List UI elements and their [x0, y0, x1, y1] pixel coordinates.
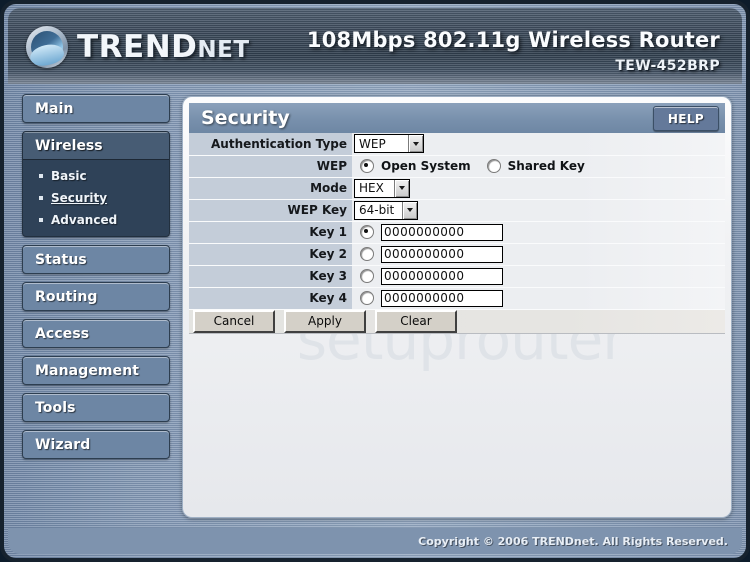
sidebar-item-tools[interactable]: Tools [22, 393, 170, 422]
form-row-key-3: Key 3 0000000000 [189, 265, 725, 288]
form-row-key-2: Key 2 0000000000 [189, 243, 725, 266]
sidebar-subitem-label: Advanced [51, 213, 118, 227]
sidebar-item-label: Routing [35, 288, 98, 305]
sidebar-subitem-label: Basic [51, 169, 87, 183]
sidebar-subitem-basic[interactable]: Basic [23, 165, 169, 187]
chevron-down-icon [394, 179, 409, 197]
key-2-input[interactable]: 0000000000 [381, 245, 503, 263]
sidebar-item-wireless[interactable]: Wireless [23, 132, 169, 160]
sidebar-item-main[interactable]: Main [22, 94, 170, 123]
page-footer: Copyright © 2006 TRENDnet. All Rights Re… [8, 528, 742, 554]
key-2-cell: 0000000000 [352, 243, 725, 266]
sidebar-item-routing[interactable]: Routing [22, 282, 170, 311]
bullet-icon [39, 196, 43, 200]
key-3-cell: 0000000000 [352, 265, 725, 288]
radio-shared-key[interactable] [486, 158, 501, 173]
page-title: Security [201, 107, 290, 129]
product-title: 108Mbps 802.11g Wireless Router [306, 28, 720, 52]
form-row-wep-key: WEP Key 64-bit [189, 199, 725, 222]
radio-open-system[interactable] [360, 158, 374, 173]
mode-select[interactable]: HEX [354, 178, 410, 198]
form-row-wep: WEP Open System Shared Key [189, 155, 725, 178]
sidebar-item-status[interactable]: Status [22, 245, 170, 274]
bullet-icon [39, 174, 43, 178]
sidebar-item-label: Main [35, 100, 74, 117]
form-row-auth-type: Authentication Type WEP [189, 133, 725, 156]
sidebar-group-wireless: Wireless Basic Security Advanced [22, 131, 170, 237]
cancel-button-label: Cancel [213, 314, 255, 328]
bullet-icon [39, 218, 43, 222]
group-spacer-bottom [23, 231, 169, 236]
sidebar-item-label: Wizard [35, 436, 91, 453]
radio-key-2[interactable] [360, 247, 374, 261]
radio-key-1[interactable] [360, 225, 374, 239]
key-4-input[interactable]: 0000000000 [381, 289, 503, 307]
form-row-mode: Mode HEX [189, 177, 725, 200]
security-form-table: Authentication Type WEP WEP Open System S… [189, 133, 725, 310]
brand-secondary: NET [197, 36, 250, 63]
wep-cell: Open System Shared Key [352, 155, 725, 178]
trendnet-logo: TRENDNET [26, 26, 250, 68]
panel-header: Security HELP [189, 103, 725, 133]
key-4-label: Key 4 [189, 287, 352, 310]
sidebar-item-management[interactable]: Management [22, 356, 170, 385]
copyright-text: Copyright © 2006 TRENDnet. All Rights Re… [418, 534, 728, 548]
sidebar-item-label: Tools [35, 399, 76, 416]
key-1-cell: 0000000000 [352, 221, 725, 244]
sidebar-subitem-label: Security [51, 191, 108, 205]
content-panel: setuprouter Security HELP Authentication… [182, 96, 732, 518]
page-header: TRENDNET 108Mbps 802.11g Wireless Router… [8, 8, 742, 84]
wep-key-label: WEP Key [189, 199, 352, 222]
wep-key-cell: 64-bit [352, 199, 725, 222]
sidebar-item-wizard[interactable]: Wizard [22, 430, 170, 459]
auth-type-value: WEP [355, 135, 408, 153]
key-1-label: Key 1 [189, 221, 352, 244]
clear-button-label: Clear [400, 314, 432, 328]
clear-button[interactable]: Clear [375, 309, 457, 333]
radio-shared-key-label: Shared Key [507, 158, 585, 173]
apply-button[interactable]: Apply [284, 309, 366, 333]
key-3-label: Key 3 [189, 265, 352, 288]
router-admin-window: TRENDNET 108Mbps 802.11g Wireless Router… [0, 0, 750, 562]
auth-type-label: Authentication Type [189, 133, 352, 156]
wep-label: WEP [189, 155, 352, 178]
key-1-input[interactable]: 0000000000 [381, 223, 503, 241]
sidebar-item-label: Management [35, 362, 140, 379]
brand-wordmark: TRENDNET [77, 28, 250, 65]
panel-inner: Security HELP Authentication Type WEP WE… [183, 103, 731, 334]
key-3-input[interactable]: 0000000000 [381, 267, 503, 285]
chevron-down-icon [402, 201, 417, 219]
wep-key-value: 64-bit [355, 201, 402, 219]
mode-value: HEX [355, 179, 394, 197]
key-2-label: Key 2 [189, 243, 352, 266]
sidebar-item-label: Access [35, 325, 90, 342]
model-number: TEW-452BRP [615, 58, 720, 74]
sidebar-item-access[interactable]: Access [22, 319, 170, 348]
chevron-down-icon [408, 135, 423, 153]
form-button-bar: Cancel Apply Clear [189, 309, 725, 334]
trendnet-swoosh-icon [26, 26, 68, 68]
radio-key-3[interactable] [360, 269, 374, 283]
form-row-key-1: Key 1 0000000000 [189, 221, 725, 244]
product-identity: 108Mbps 802.11g Wireless Router TEW-452B… [307, 28, 720, 74]
mode-label: Mode [189, 177, 352, 200]
auth-type-select[interactable]: WEP [354, 134, 424, 154]
key-4-cell: 0000000000 [352, 287, 725, 310]
sidebar-item-label: Wireless [35, 137, 103, 154]
radio-open-system-label: Open System [381, 158, 471, 173]
brand-primary: TREND [77, 28, 198, 65]
sidebar-nav: Main Wireless Basic Security Advanced St… [22, 94, 170, 467]
mode-cell: HEX [352, 177, 725, 200]
sidebar-subitem-advanced[interactable]: Advanced [23, 209, 169, 231]
help-button[interactable]: HELP [653, 106, 719, 131]
sidebar-item-label: Status [35, 251, 87, 268]
sidebar-subitem-security[interactable]: Security [23, 187, 169, 209]
wep-key-select[interactable]: 64-bit [354, 200, 418, 220]
apply-button-label: Apply [308, 314, 342, 328]
form-row-key-4: Key 4 0000000000 [189, 287, 725, 310]
auth-type-cell: WEP [352, 133, 725, 156]
radio-key-4[interactable] [360, 291, 374, 305]
help-button-label: HELP [667, 111, 705, 126]
cancel-button[interactable]: Cancel [193, 309, 275, 333]
